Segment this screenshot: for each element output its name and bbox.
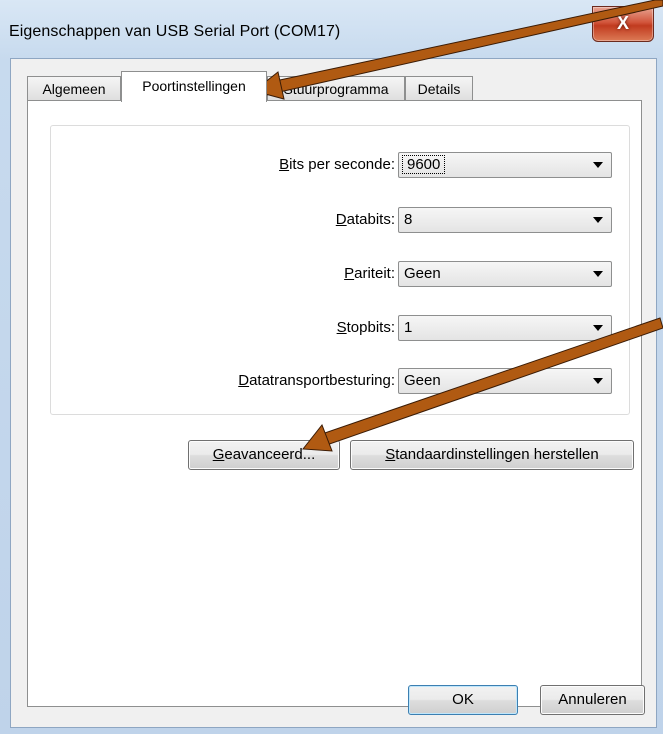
window-title: Eigenschappen van USB Serial Port (COM17…: [9, 23, 341, 40]
databits-label: Databits:: [336, 211, 395, 228]
label-text: ariteit:: [354, 265, 395, 282]
accel-key: D: [335, 211, 347, 228]
properties-window: Eigenschappen van USB Serial Port (COM17…: [0, 0, 663, 734]
stopbits-label: Stopbits:: [337, 319, 395, 336]
label-text: atatransportbesturing:: [249, 372, 395, 389]
selected-value: Geen: [404, 372, 441, 389]
tab-poortinstellingen[interactable]: Poortinstellingen: [121, 71, 267, 102]
dialog-client-area: Algemeen Poortinstellingen Stuurprogramm…: [10, 58, 657, 728]
flow-control-label: Datatransportbesturing:: [238, 372, 395, 389]
parity-select[interactable]: Geen: [398, 261, 612, 287]
button-label: OK: [452, 691, 474, 708]
tab-stuurprogramma[interactable]: Stuurprogramma: [267, 76, 405, 101]
accel-key: P: [344, 265, 355, 282]
accel-key: D: [238, 372, 250, 389]
close-icon: X: [616, 13, 629, 33]
selected-value: Geen: [404, 265, 441, 282]
chevron-down-icon: [593, 162, 603, 168]
title-bar[interactable]: Eigenschappen van USB Serial Port (COM17…: [0, 0, 663, 58]
advanced-button[interactable]: Geavanceerd...: [188, 440, 340, 470]
chevron-down-icon: [593, 217, 603, 223]
tab-details[interactable]: Details: [405, 76, 473, 101]
label-text: its per seconde:: [289, 156, 395, 173]
close-button[interactable]: X: [592, 6, 654, 42]
accel-key: B: [279, 156, 290, 173]
label-text: topbits:: [346, 319, 395, 336]
tab-label: Stuurprogramma: [283, 81, 389, 97]
chevron-down-icon: [593, 378, 603, 384]
accel-key: S: [385, 446, 396, 463]
bits-per-second-select[interactable]: 9600: [398, 152, 612, 178]
selected-value: 8: [404, 211, 413, 228]
tab-label: Details: [417, 81, 461, 97]
accel-key: S: [336, 319, 347, 336]
databits-select[interactable]: 8: [398, 207, 612, 233]
selected-value: 9600: [402, 155, 446, 174]
stopbits-select[interactable]: 1: [398, 315, 612, 341]
chevron-down-icon: [593, 325, 603, 331]
restore-defaults-button[interactable]: Standaardinstellingen herstellen: [350, 440, 634, 470]
tab-label: Poortinstellingen: [142, 78, 246, 94]
accel-key: G: [212, 446, 225, 463]
bits-per-second-label: Bits per seconde:: [279, 156, 395, 173]
tab-algemeen[interactable]: Algemeen: [27, 76, 121, 101]
ok-button[interactable]: OK: [408, 685, 518, 715]
button-label: Annuleren: [558, 691, 627, 708]
tab-label: Algemeen: [42, 81, 106, 97]
tab-panel-poortinstellingen: Bits per seconde: 9600 Databits: 8 Parit…: [27, 100, 642, 707]
button-label: tandaardinstellingen herstellen: [395, 446, 599, 463]
selected-value: 1: [404, 319, 413, 336]
label-text: atabits:: [346, 211, 395, 228]
parity-label: Pariteit:: [344, 265, 395, 282]
flow-control-select[interactable]: Geen: [398, 368, 612, 394]
cancel-button[interactable]: Annuleren: [540, 685, 645, 715]
port-settings-group: Bits per seconde: 9600 Databits: 8 Parit…: [50, 125, 630, 415]
button-label: eavanceerd...: [224, 446, 316, 463]
chevron-down-icon: [593, 271, 603, 277]
